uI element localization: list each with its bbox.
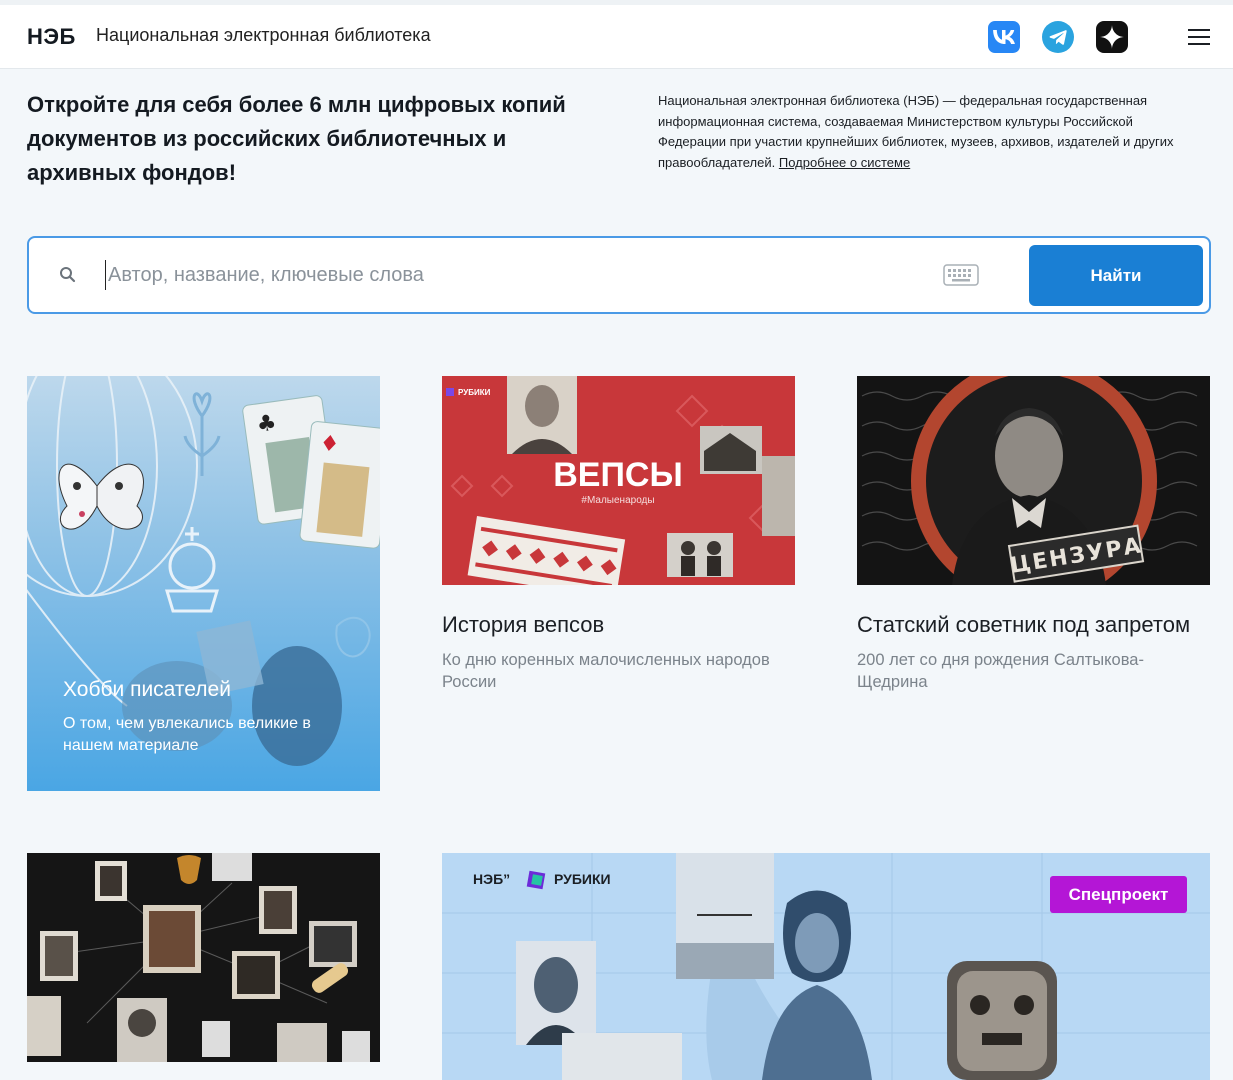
card-description: О том, чем увлекались великие в нашем ма… [63,715,311,754]
special-project-badge: Спецпроект [1050,876,1187,913]
card-title[interactable]: Хобби писателей [63,678,231,702]
hero-title: Откройте для себя более 6 млн цифровых к… [27,92,566,185]
card-writers-hobbies[interactable]: ♣ ♦ Хобби писателей О том, чем увлекалис… [27,376,380,791]
menu-icon[interactable] [1186,27,1212,47]
svg-text:♣: ♣ [255,410,278,438]
more-about-link[interactable]: Подробнее о системе [779,155,910,170]
vk-icon[interactable] [988,21,1020,53]
hero-description-text: Национальная электронная библиотека (НЭБ… [658,93,1174,170]
telegram-icon[interactable] [1042,21,1074,53]
search-icon [60,267,76,283]
card-special-project[interactable]: НЭБ” РУБИКИ Спецпроект [442,853,1210,1080]
card-image [27,853,380,1062]
card-description: 200 лет со дня рождения Салтыкова-Щедрин… [857,651,1144,691]
dzen-icon[interactable] [1096,21,1128,53]
card-image: ЦЕНЗУРА [857,376,1210,585]
veps-image-tag: #Малыенароды [581,495,654,506]
site-logo[interactable]: НЭБ [27,24,76,50]
search-bar: Найти [27,236,1211,314]
card-saltykov[interactable]: ЦЕНЗУРА Статский советник под запретом 2… [857,376,1210,706]
search-button[interactable]: Найти [1029,245,1203,306]
card-description: Ко дню коренных малочисленных народов Ро… [442,651,770,691]
hero-description: Национальная электронная библиотека (НЭБ… [658,91,1198,173]
special-brand-right: РУБИКИ [554,871,611,887]
card-title[interactable]: Статский советник под запретом [857,612,1190,638]
site-header: НЭБ Национальная электронная библиотека [0,5,1233,69]
card-portraits-network[interactable] [27,853,380,1062]
search-input[interactable] [105,260,925,290]
special-brand-left: НЭБ” [473,871,510,887]
site-name[interactable]: Национальная электронная библиотека [96,25,431,46]
veps-brand: РУБИКИ [458,388,491,397]
card-image: ВЕПСЫ #Малыенароды РУБИКИ [442,376,795,585]
card-title[interactable]: История вепсов [442,612,604,638]
veps-image-title: ВЕПСЫ [553,456,683,494]
svg-text:♦: ♦ [318,431,340,458]
card-veps-history[interactable]: ВЕПСЫ #Малыенароды РУБИКИ История вепсов… [442,376,795,706]
keyboard-icon[interactable] [943,264,979,286]
